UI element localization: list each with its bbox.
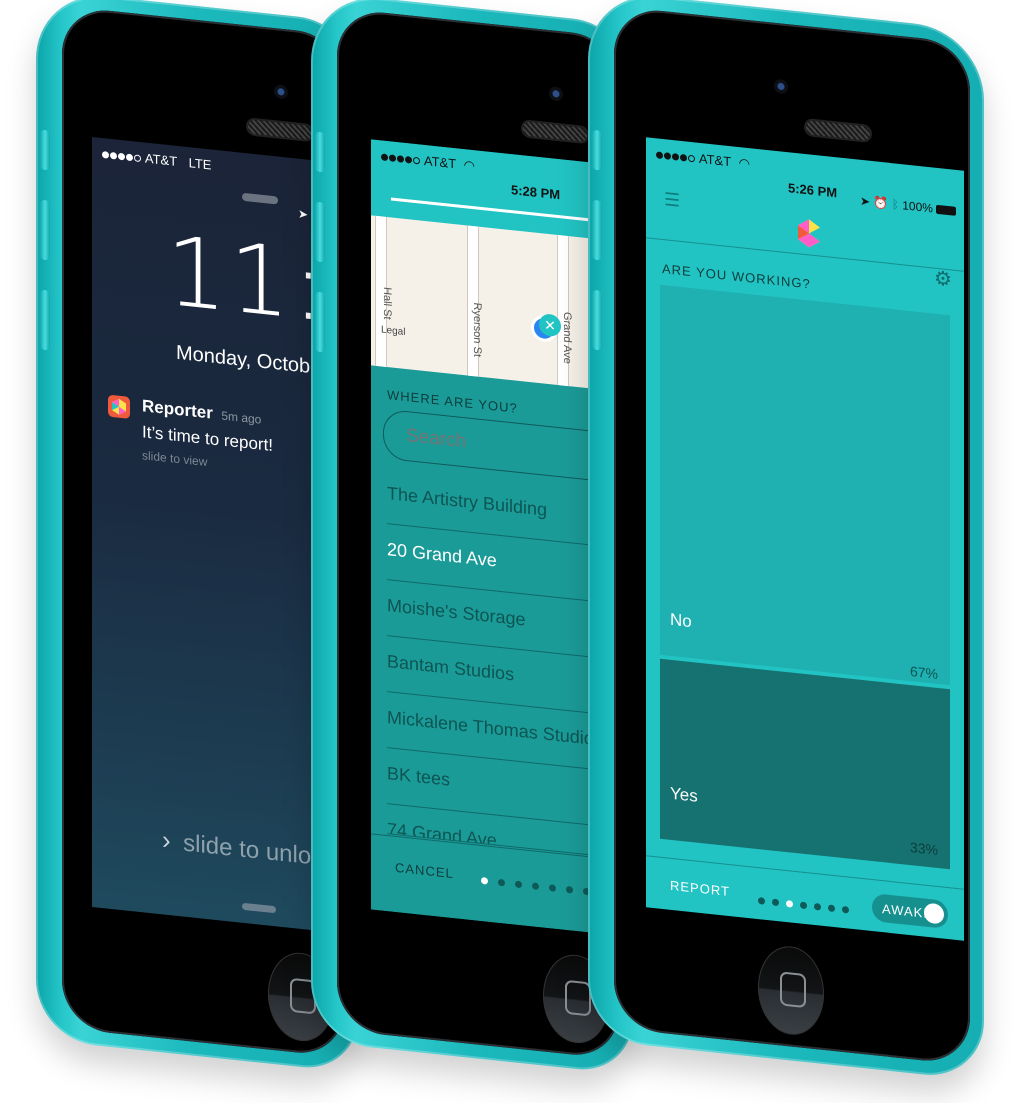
notification-app-name: Reporter bbox=[142, 396, 213, 423]
page-dot bbox=[814, 902, 821, 911]
place-name: Bantam Studios bbox=[387, 651, 515, 685]
carrier-label: AT&T bbox=[144, 150, 177, 169]
battery-percent: 100% bbox=[902, 198, 933, 216]
place-name: BK tees bbox=[387, 763, 451, 790]
street-label: Ryerson St bbox=[471, 301, 483, 358]
page-dot bbox=[842, 905, 849, 914]
option-percent: 33% bbox=[909, 839, 938, 858]
report-button[interactable]: REPORT bbox=[670, 878, 730, 899]
volume-down-button bbox=[592, 289, 602, 351]
page-dot bbox=[566, 885, 573, 894]
home-button[interactable] bbox=[758, 943, 824, 1038]
option-label: No bbox=[670, 609, 692, 632]
place-name: Moishe's Storage bbox=[387, 595, 526, 630]
working-screen: AT&T ◠ 5:26 PM ➤ ⏰ ᛒ 100% ☰ ⚙ ARE YOU WO… bbox=[646, 137, 964, 941]
wifi-icon: ◠ bbox=[463, 157, 475, 174]
chevron-right-icon: › bbox=[162, 824, 171, 856]
carrier-label: AT&T bbox=[698, 150, 731, 170]
page-dot bbox=[481, 876, 488, 885]
volume-up-button bbox=[40, 199, 50, 261]
mute-switch bbox=[40, 129, 50, 171]
poll-option-yes[interactable]: Yes 33% bbox=[660, 658, 950, 870]
status-bar: AT&T ◠ bbox=[656, 146, 750, 172]
slide-to-unlock[interactable]: › slide to unlock bbox=[162, 824, 335, 873]
page-dot bbox=[498, 878, 505, 887]
reporter-app-icon bbox=[108, 394, 130, 419]
earpiece-speaker bbox=[806, 120, 870, 141]
location-screen: AT&T ◠ 5:28 PM Hall St Ryerson St Grand … bbox=[371, 139, 601, 934]
grabber-bottom bbox=[242, 902, 276, 914]
bluetooth-icon: ᛒ bbox=[891, 197, 899, 212]
front-camera bbox=[774, 78, 788, 95]
page-dot bbox=[772, 898, 779, 907]
toggle-knob bbox=[924, 902, 944, 925]
page-dot bbox=[515, 880, 522, 889]
status-right: ➤ ⏰ ᛒ 100% bbox=[860, 193, 957, 218]
page-dot bbox=[828, 904, 835, 913]
lock-date: Monday, October bbox=[176, 341, 328, 380]
poll-option-no[interactable]: No 67% bbox=[660, 284, 950, 686]
signal-strength-icon bbox=[381, 148, 421, 167]
network-label: LTE bbox=[188, 155, 212, 173]
volume-up-button bbox=[315, 201, 325, 263]
location-arrow-icon: ➤ bbox=[860, 193, 871, 209]
phone-location: AT&T ◠ 5:28 PM Hall St Ryerson St Grand … bbox=[311, 0, 633, 1075]
menu-icon[interactable]: ☰ bbox=[664, 189, 680, 212]
mute-switch bbox=[315, 131, 325, 173]
volume-down-button bbox=[315, 291, 325, 353]
page-dot bbox=[758, 897, 765, 905]
settings-gear-icon[interactable]: ⚙ bbox=[934, 266, 952, 293]
notification-hint: slide to view bbox=[142, 448, 208, 470]
place-name: 20 Grand Ave bbox=[387, 539, 497, 571]
signal-strength-icon bbox=[656, 146, 696, 165]
page-dot bbox=[786, 900, 793, 908]
option-percent: 67% bbox=[909, 663, 938, 682]
option-label: Yes bbox=[670, 783, 698, 806]
volume-down-button bbox=[40, 289, 50, 351]
page-dot bbox=[532, 882, 539, 891]
place-name: The Artistry Building bbox=[387, 483, 548, 520]
front-camera bbox=[549, 86, 563, 102]
earpiece-speaker bbox=[248, 119, 312, 141]
earpiece-speaker bbox=[523, 121, 587, 143]
map-view[interactable]: Hall St Ryerson St Grand Ave Legal ✕ bbox=[371, 215, 601, 390]
page-indicator bbox=[758, 891, 856, 919]
place-name: Mickalene Thomas Studio bbox=[387, 707, 594, 749]
status-time: 5:26 PM bbox=[788, 180, 838, 201]
street-label: Hall St bbox=[381, 286, 393, 321]
page-dot bbox=[800, 901, 807, 910]
alarm-icon: ⏰ bbox=[873, 195, 889, 211]
status-bar: AT&T LTE bbox=[102, 146, 211, 173]
volume-up-button bbox=[592, 199, 602, 261]
phone-working: AT&T ◠ 5:26 PM ➤ ⏰ ᛒ 100% ☰ ⚙ ARE YOU WO… bbox=[588, 0, 984, 1081]
signal-strength-icon bbox=[102, 146, 142, 165]
page-dot bbox=[549, 884, 556, 892]
awake-toggle[interactable]: AWAKE bbox=[872, 893, 948, 930]
street-label: Grand Ave bbox=[561, 311, 573, 365]
app-logo bbox=[796, 217, 822, 255]
carrier-label: AT&T bbox=[423, 152, 456, 172]
wifi-icon: ◠ bbox=[738, 155, 750, 172]
grabber-top bbox=[242, 192, 278, 205]
location-arrow-icon: ➤ bbox=[298, 206, 309, 222]
phone-lockscreen: AT&T LTE ➤ 11:27 Monday, October Reporte… bbox=[36, 0, 362, 1073]
mute-switch bbox=[592, 129, 602, 171]
notification-age: 5m ago bbox=[221, 408, 262, 427]
battery-icon bbox=[936, 205, 957, 217]
front-camera bbox=[274, 84, 288, 100]
